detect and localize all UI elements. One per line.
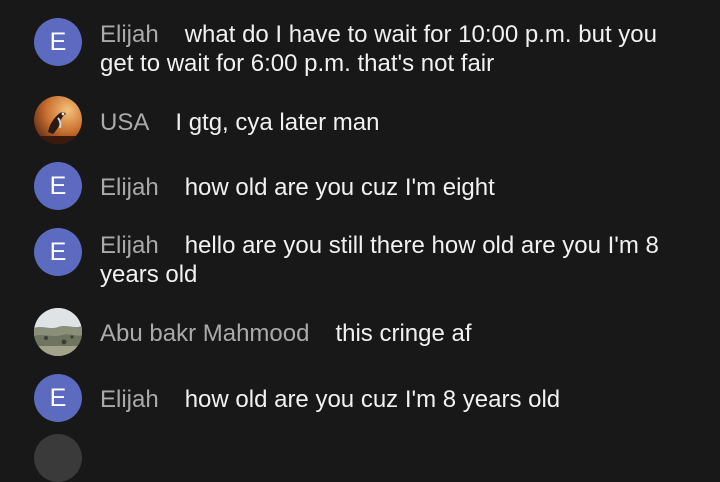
author-avatar[interactable] bbox=[34, 308, 82, 356]
live-chat-feed: E Elijah what do I have to wait for 10:00… bbox=[0, 0, 720, 482]
message-text: how old are you cuz I'm eight bbox=[184, 174, 495, 201]
author-avatar[interactable]: E bbox=[34, 374, 82, 422]
next-author-avatar[interactable] bbox=[34, 434, 82, 482]
avatar-letter: E bbox=[49, 28, 67, 56]
author-name[interactable]: Elijah bbox=[100, 21, 159, 48]
author-avatar[interactable]: E bbox=[34, 162, 82, 210]
message-content: Elijah how old are you cuz I'm 8 years ol… bbox=[100, 385, 690, 414]
avatar-letter: E bbox=[49, 172, 67, 200]
avatar-letter: E bbox=[49, 238, 67, 266]
message-content: USA I gtg, cya later man bbox=[100, 108, 690, 137]
message-content: Abu bakr Mahmood this cringe af bbox=[100, 319, 690, 348]
author-name[interactable]: Elijah bbox=[100, 386, 159, 413]
author-name[interactable]: Elijah bbox=[100, 174, 159, 201]
message-text: hello are you still there how old are yo… bbox=[100, 232, 659, 288]
author-name[interactable]: Elijah bbox=[100, 232, 159, 259]
message-content: Elijah what do I have to wait for 10:00 p… bbox=[100, 20, 690, 78]
message-content: Elijah hello are you still there how old … bbox=[100, 231, 690, 289]
author-avatar[interactable]: E bbox=[34, 18, 82, 66]
author-avatar[interactable] bbox=[34, 96, 82, 144]
author-name[interactable]: USA bbox=[100, 109, 149, 136]
author-avatar[interactable]: E bbox=[34, 228, 82, 276]
author-name[interactable]: Abu bakr Mahmood bbox=[100, 320, 309, 347]
message-text: I gtg, cya later man bbox=[175, 109, 380, 136]
message-text: what do I have to wait for 10:00 p.m. bu… bbox=[100, 21, 657, 77]
message-text: how old are you cuz I'm 8 years old bbox=[184, 386, 561, 413]
avatar-letter: E bbox=[49, 384, 67, 412]
landscape-photo-icon bbox=[34, 308, 82, 356]
message-content: Elijah how old are you cuz I'm eight bbox=[100, 173, 690, 202]
message-text: this cringe af bbox=[335, 320, 472, 347]
bird-photo-icon bbox=[34, 96, 82, 144]
